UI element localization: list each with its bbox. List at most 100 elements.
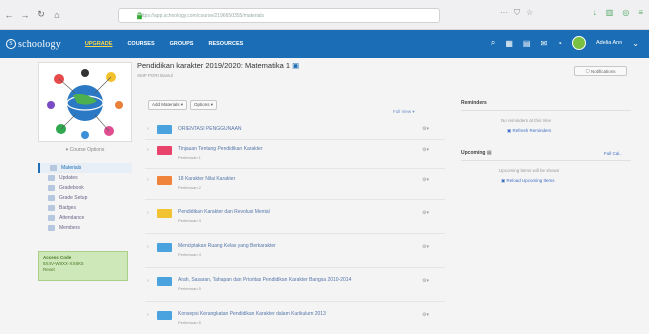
folder-icon [157,243,172,252]
folder-row[interactable]: › ORIENTASI PENGGUNAAN ⚙▾ [145,119,445,140]
folder-row[interactable]: › Konsepsi Kerangkatan Pendidikan Karakt… [145,302,445,332]
sidebar-item-updates[interactable]: Updates [38,173,132,183]
options-button[interactable]: Options ▾ [190,100,218,110]
reminders-heading: Reminders [461,100,487,106]
folder-row[interactable]: › Pendidikan Karakter dan Revolusi Menta… [145,200,445,234]
gear-icon[interactable]: ⚙▾ [422,177,429,183]
avatar[interactable] [571,36,586,50]
folder-row[interactable]: › 18 Karakter Nilai Karakter Pertemuan 2… [145,169,445,200]
course-options-link[interactable]: ▾ Course Options [38,147,132,153]
url-actions: ··· ⛉ ☆ [500,8,533,18]
gear-icon[interactable]: ⚙▾ [422,312,429,318]
refresh-reminders-link[interactable]: ▣ Refresh Reminders [507,128,551,134]
notification-icon: ▢ [585,68,590,73]
access-code-box: Access Code 8X4V-W8XX-XX8K5 Reset [38,251,128,281]
reload-upcoming-link[interactable]: ▣ Reload Upcoming Items [501,178,555,184]
expand-icon[interactable]: › [147,312,149,318]
download-icon[interactable]: ↓ [593,8,597,17]
folder-icon [157,176,172,185]
nav-resources[interactable]: RESOURCES [208,41,243,47]
folder-icon [157,209,172,218]
folder-icon [157,311,172,320]
folder-row[interactable]: › Arah, Sasaran, Tahapan dan Prioritas P… [145,268,445,302]
nav-groups[interactable]: GROUPS [170,41,194,47]
library-icon[interactable]: ▥ [606,8,614,17]
sidebar-item-grade-setup[interactable]: Grade Setup [38,193,132,203]
gear-icon[interactable]: ⚙▾ [422,126,429,132]
browser-toolbar: ← → ↻ ⌂ https://app.schoology.com/course… [0,0,649,30]
folder-icon [157,125,172,134]
materials-main: Pendidikan karakter 2019/2020: Matematik… [137,60,452,325]
notifications-icon[interactable]: ◔ [557,39,562,48]
course-menu: Materials Updates Gradebook Grade Setup … [38,163,132,233]
add-materials-button[interactable]: Add Materials ▾ [148,100,188,110]
course-sidebar: ▾ Course Options Materials Updates Grade… [38,62,132,281]
folder-icon [50,165,57,171]
folder-list: › ORIENTASI PENGGUNAAN ⚙▾ › Tinjauan Ten… [145,119,445,332]
access-code-reset[interactable]: Reset [43,267,123,273]
course-school[interactable]: SMP PGRI Bantul [137,73,452,78]
folder-icon [157,277,172,286]
sidebar-item-badges[interactable]: Badges [38,203,132,213]
reminders-empty-text: No reminders at this time [501,118,552,123]
reload-icon[interactable]: ↻ [34,8,48,22]
sidebar-item-members[interactable]: Members [38,223,132,233]
notifications-button[interactable]: ▢ Notifications [574,66,627,76]
back-icon[interactable]: ← [2,8,16,22]
course-illustration [47,69,123,139]
sidebar-item-gradebook[interactable]: Gradebook [38,183,132,193]
logo-s-icon: S [6,39,16,49]
gradebook-icon [48,185,55,191]
home-icon[interactable]: ⌂ [50,8,64,22]
sidebar-item-materials[interactable]: Materials [38,163,132,173]
badge-icon [48,205,55,211]
nav-courses[interactable]: COURSES [127,41,154,47]
calendar-icon[interactable]: ▤ [523,39,531,48]
header-tools: ⌕ ▦ ▤ ✉ ◔ Adelia Ann ⌄ [491,36,639,50]
user-name[interactable]: Adelia Ann [596,40,622,46]
expand-icon[interactable]: › [147,126,149,132]
expand-icon[interactable]: › [147,177,149,183]
expand-icon[interactable]: › [147,278,149,284]
divider [461,110,631,111]
address-bar[interactable]: https://app.schoology.com/course/2196650… [118,8,440,23]
upcoming-heading: Upcoming ▤ [461,150,492,156]
folder-icon [157,146,172,155]
updates-icon [48,175,55,181]
full-view-link[interactable]: Full View ▾ [393,109,415,115]
expand-icon[interactable]: › [147,210,149,216]
gear-icon[interactable]: ⚙▾ [422,147,429,153]
folder-row[interactable]: › Menciptakan Ruang Kelas yang Berkarakt… [145,234,445,268]
schoology-logo[interactable]: S schoology [6,39,61,50]
search-icon[interactable]: ⌕ [491,38,495,48]
star-icon[interactable]: ☆ [526,8,533,18]
expand-icon[interactable]: › [147,244,149,250]
full-calendar-link[interactable]: Full Cal.. [604,151,622,156]
course-picture [38,62,132,142]
folder-row[interactable]: › Tinjauan Tentang Pendidikan Karakter P… [145,140,445,169]
gear-icon[interactable]: ⚙▾ [422,210,429,216]
messages-icon[interactable]: ✉ [540,39,547,48]
calendar-icon[interactable]: ▤ [487,150,492,156]
upcoming-empty-text: Upcoming items will be shown [499,168,560,173]
forward-icon[interactable]: → [18,8,32,22]
sidebar-item-attendance[interactable]: Attendance [38,213,132,223]
apps-icon[interactable]: ▦ [505,39,513,48]
browser-extensions: ↓ ▥ ◎ ≡ [593,8,643,17]
reload-icon: ▣ [501,178,506,183]
lock-icon [137,12,142,20]
menu-icon[interactable]: ≡ [638,8,643,17]
extension-icon[interactable]: ◎ [622,8,629,17]
refresh-icon: ▣ [507,128,512,133]
members-icon [48,225,55,231]
gear-icon[interactable]: ⚙▾ [422,278,429,284]
gear-icon[interactable]: ⚙▾ [422,244,429,250]
divider [461,160,631,161]
shield-icon[interactable]: ⛉ [514,8,520,18]
upgrade-link[interactable]: UPGRADE [85,41,113,47]
expand-icon[interactable]: › [147,147,149,153]
edit-icon[interactable]: ▣ [292,61,299,70]
menu-dots-icon[interactable]: ··· [500,8,508,18]
chevron-down-icon[interactable]: ⌄ [632,39,639,48]
page-title: Pendidikan karakter 2019/2020: Matematik… [137,61,300,70]
